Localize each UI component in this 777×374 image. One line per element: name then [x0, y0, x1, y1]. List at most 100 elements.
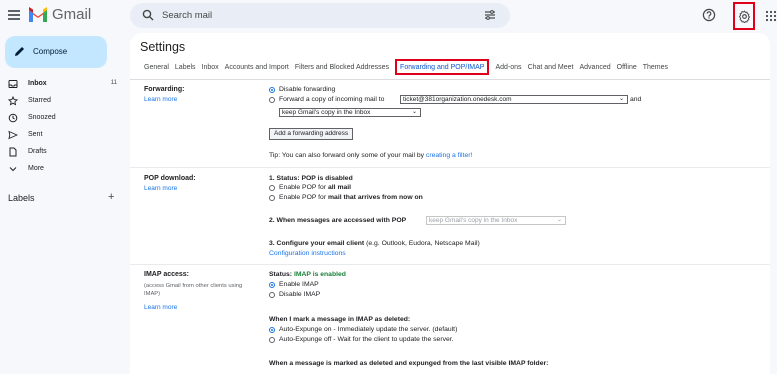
enable-pop-all-radio[interactable] — [269, 185, 275, 191]
pop-status-value: POP is disabled — [301, 175, 353, 182]
search-icon[interactable] — [142, 9, 154, 21]
top-bar: Gmail — [0, 0, 777, 32]
sidebar-item-label: Starred — [28, 97, 51, 104]
imap-access-title: IMAP access: — [144, 271, 190, 278]
settings-button-highlight[interactable] — [733, 2, 755, 30]
disable-forwarding-label: Disable forwarding — [279, 86, 336, 93]
auto-expunge-off-radio[interactable] — [269, 337, 275, 343]
pop-step3-text: 3. Configure your email client — [269, 240, 365, 247]
send-icon — [8, 130, 18, 140]
create-filter-link[interactable]: creating a filter! — [426, 152, 472, 159]
add-label-button[interactable]: + — [108, 191, 114, 203]
forward-copy-action-value: keep Gmail's copy in the Inbox — [282, 109, 371, 116]
search-input[interactable] — [162, 8, 462, 23]
auto-expunge-off-label: Auto-Expunge off - Wait for the client t… — [279, 336, 454, 343]
tab-add-ons[interactable]: Add-ons — [495, 64, 521, 75]
chevron-down-icon: ⌄ — [618, 96, 624, 102]
sidebar-item-inbox[interactable]: Inbox 11 — [0, 76, 125, 93]
search-bar[interactable] — [130, 3, 510, 28]
pop-access-select[interactable]: keep Gmail's copy in the Inbox ⌄ — [426, 216, 566, 225]
inbox-count: 11 — [110, 80, 117, 86]
enable-imap-label: Enable IMAP — [279, 281, 319, 288]
page-title: Settings — [140, 40, 186, 54]
sidebar-item-label: Drafts — [28, 148, 47, 155]
gear-icon[interactable] — [738, 10, 751, 23]
pop-step3-hint: (e.g. Outlook, Eudora, Netscape Mail) — [364, 240, 480, 247]
enable-pop-new-label: Enable POP for mail that arrives from no… — [279, 194, 423, 201]
pop-download-title: POP download: — [144, 175, 196, 182]
tab-labels[interactable]: Labels — [175, 64, 196, 75]
forward-copy-label: Forward a copy of incoming mail to — [279, 96, 385, 103]
imap-status-value: IMAP is enabled — [293, 271, 346, 278]
enable-imap-radio[interactable] — [269, 282, 275, 288]
chevron-down-icon — [9, 167, 17, 172]
imap-learn-more-link[interactable]: Learn more — [144, 304, 177, 311]
sidebar-item-sent[interactable]: Sent — [0, 127, 125, 144]
auto-expunge-on-radio[interactable] — [269, 327, 275, 333]
gmail-logo[interactable]: Gmail — [28, 6, 91, 23]
app-name: Gmail — [52, 6, 92, 23]
pop-step3-label: 3. Configure your email client (e.g. Out… — [269, 240, 480, 247]
pencil-icon — [15, 47, 24, 56]
section-divider — [130, 264, 770, 265]
sidebar-item-snoozed[interactable]: Snoozed — [0, 110, 125, 127]
tab-filters[interactable]: Filters and Blocked Addresses — [295, 64, 389, 75]
forwarding-learn-more-link[interactable]: Learn more — [144, 96, 177, 103]
imap-status-prefix: Status: — [269, 271, 294, 278]
pop-step2-text: 2. When messages are accessed with POP — [269, 217, 407, 224]
help-icon[interactable] — [702, 8, 716, 22]
clock-icon — [8, 113, 18, 123]
forward-copy-action-select[interactable]: keep Gmail's copy in the Inbox ⌄ — [279, 108, 421, 117]
draft-icon — [9, 147, 17, 157]
search-options-icon[interactable] — [484, 9, 496, 21]
chevron-down-icon: ⌄ — [556, 217, 562, 223]
tabs-divider — [130, 79, 770, 80]
disable-imap-radio[interactable] — [269, 292, 275, 298]
pop-status-prefix: 1. Status: — [269, 175, 302, 182]
imap-access-note: (access Gmail from other clients using I… — [144, 283, 243, 297]
forward-copy-radio[interactable] — [269, 97, 275, 103]
pop-step2-label: 2. When messages are accessed with POP — [269, 217, 406, 224]
sidebar-item-label: More — [28, 165, 44, 172]
labels-heading: Labels — [8, 193, 35, 203]
disable-forwarding-radio[interactable] — [269, 87, 275, 93]
imap-expunged-heading: When a message is marked as deleted and … — [269, 360, 548, 367]
tab-forwarding-pop-imap[interactable]: Forwarding and POP/IMAP — [395, 59, 490, 75]
pop-access-value: keep Gmail's copy in the Inbox — [429, 217, 518, 224]
pop-learn-more-link[interactable]: Learn more — [144, 185, 177, 192]
forwarding-title: Forwarding: — [144, 86, 185, 93]
main-menu-icon[interactable] — [8, 10, 20, 20]
enable-pop-new-prefix: Enable POP for — [279, 194, 328, 201]
sidebar-item-label: Sent — [28, 131, 43, 138]
forwarding-tip: Tip: You can also forward only some of y… — [269, 152, 472, 159]
sidebar-item-drafts[interactable]: Drafts — [0, 144, 125, 161]
sidebar-item-more[interactable]: More — [0, 161, 125, 178]
add-forwarding-address-button[interactable]: Add a forwarding address — [269, 128, 354, 140]
forwarding-tip-text: Tip: You can also forward only some of y… — [269, 152, 426, 159]
forward-address-select[interactable]: ticket@381organization.onedesk.com ⌄ — [400, 95, 628, 104]
tab-chat-and-meet[interactable]: Chat and Meet — [528, 64, 574, 75]
enable-pop-all-bold: all mail — [328, 184, 352, 191]
pop-status: 1. Status: POP is disabled — [269, 175, 353, 182]
star-icon — [8, 96, 18, 106]
tab-offline[interactable]: Offline — [617, 64, 637, 75]
settings-tabs: General Labels Inbox Accounts and Import… — [144, 59, 674, 75]
sidebar-item-label: Snoozed — [28, 114, 56, 121]
tab-accounts-and-import[interactable]: Accounts and Import — [225, 64, 289, 75]
enable-pop-new-radio[interactable] — [269, 195, 275, 201]
google-apps-icon[interactable] — [765, 10, 777, 22]
and-label: and — [630, 96, 642, 103]
imap-status: Status: IMAP is enabled — [269, 271, 346, 278]
enable-pop-all-prefix: Enable POP for — [279, 184, 328, 191]
enable-pop-all-label: Enable POP for all mail — [279, 184, 351, 191]
inbox-icon — [8, 80, 18, 88]
tab-general[interactable]: General — [144, 64, 169, 75]
sidebar-item-label: Inbox — [28, 80, 47, 87]
sidebar-item-starred[interactable]: Starred — [0, 93, 125, 110]
tab-themes[interactable]: Themes — [643, 64, 668, 75]
configuration-instructions-link[interactable]: Configuration instructions — [269, 250, 346, 257]
gmail-m-icon — [29, 7, 47, 22]
compose-button[interactable]: Compose — [5, 36, 107, 68]
tab-inbox[interactable]: Inbox — [202, 64, 219, 75]
tab-advanced[interactable]: Advanced — [579, 64, 610, 75]
